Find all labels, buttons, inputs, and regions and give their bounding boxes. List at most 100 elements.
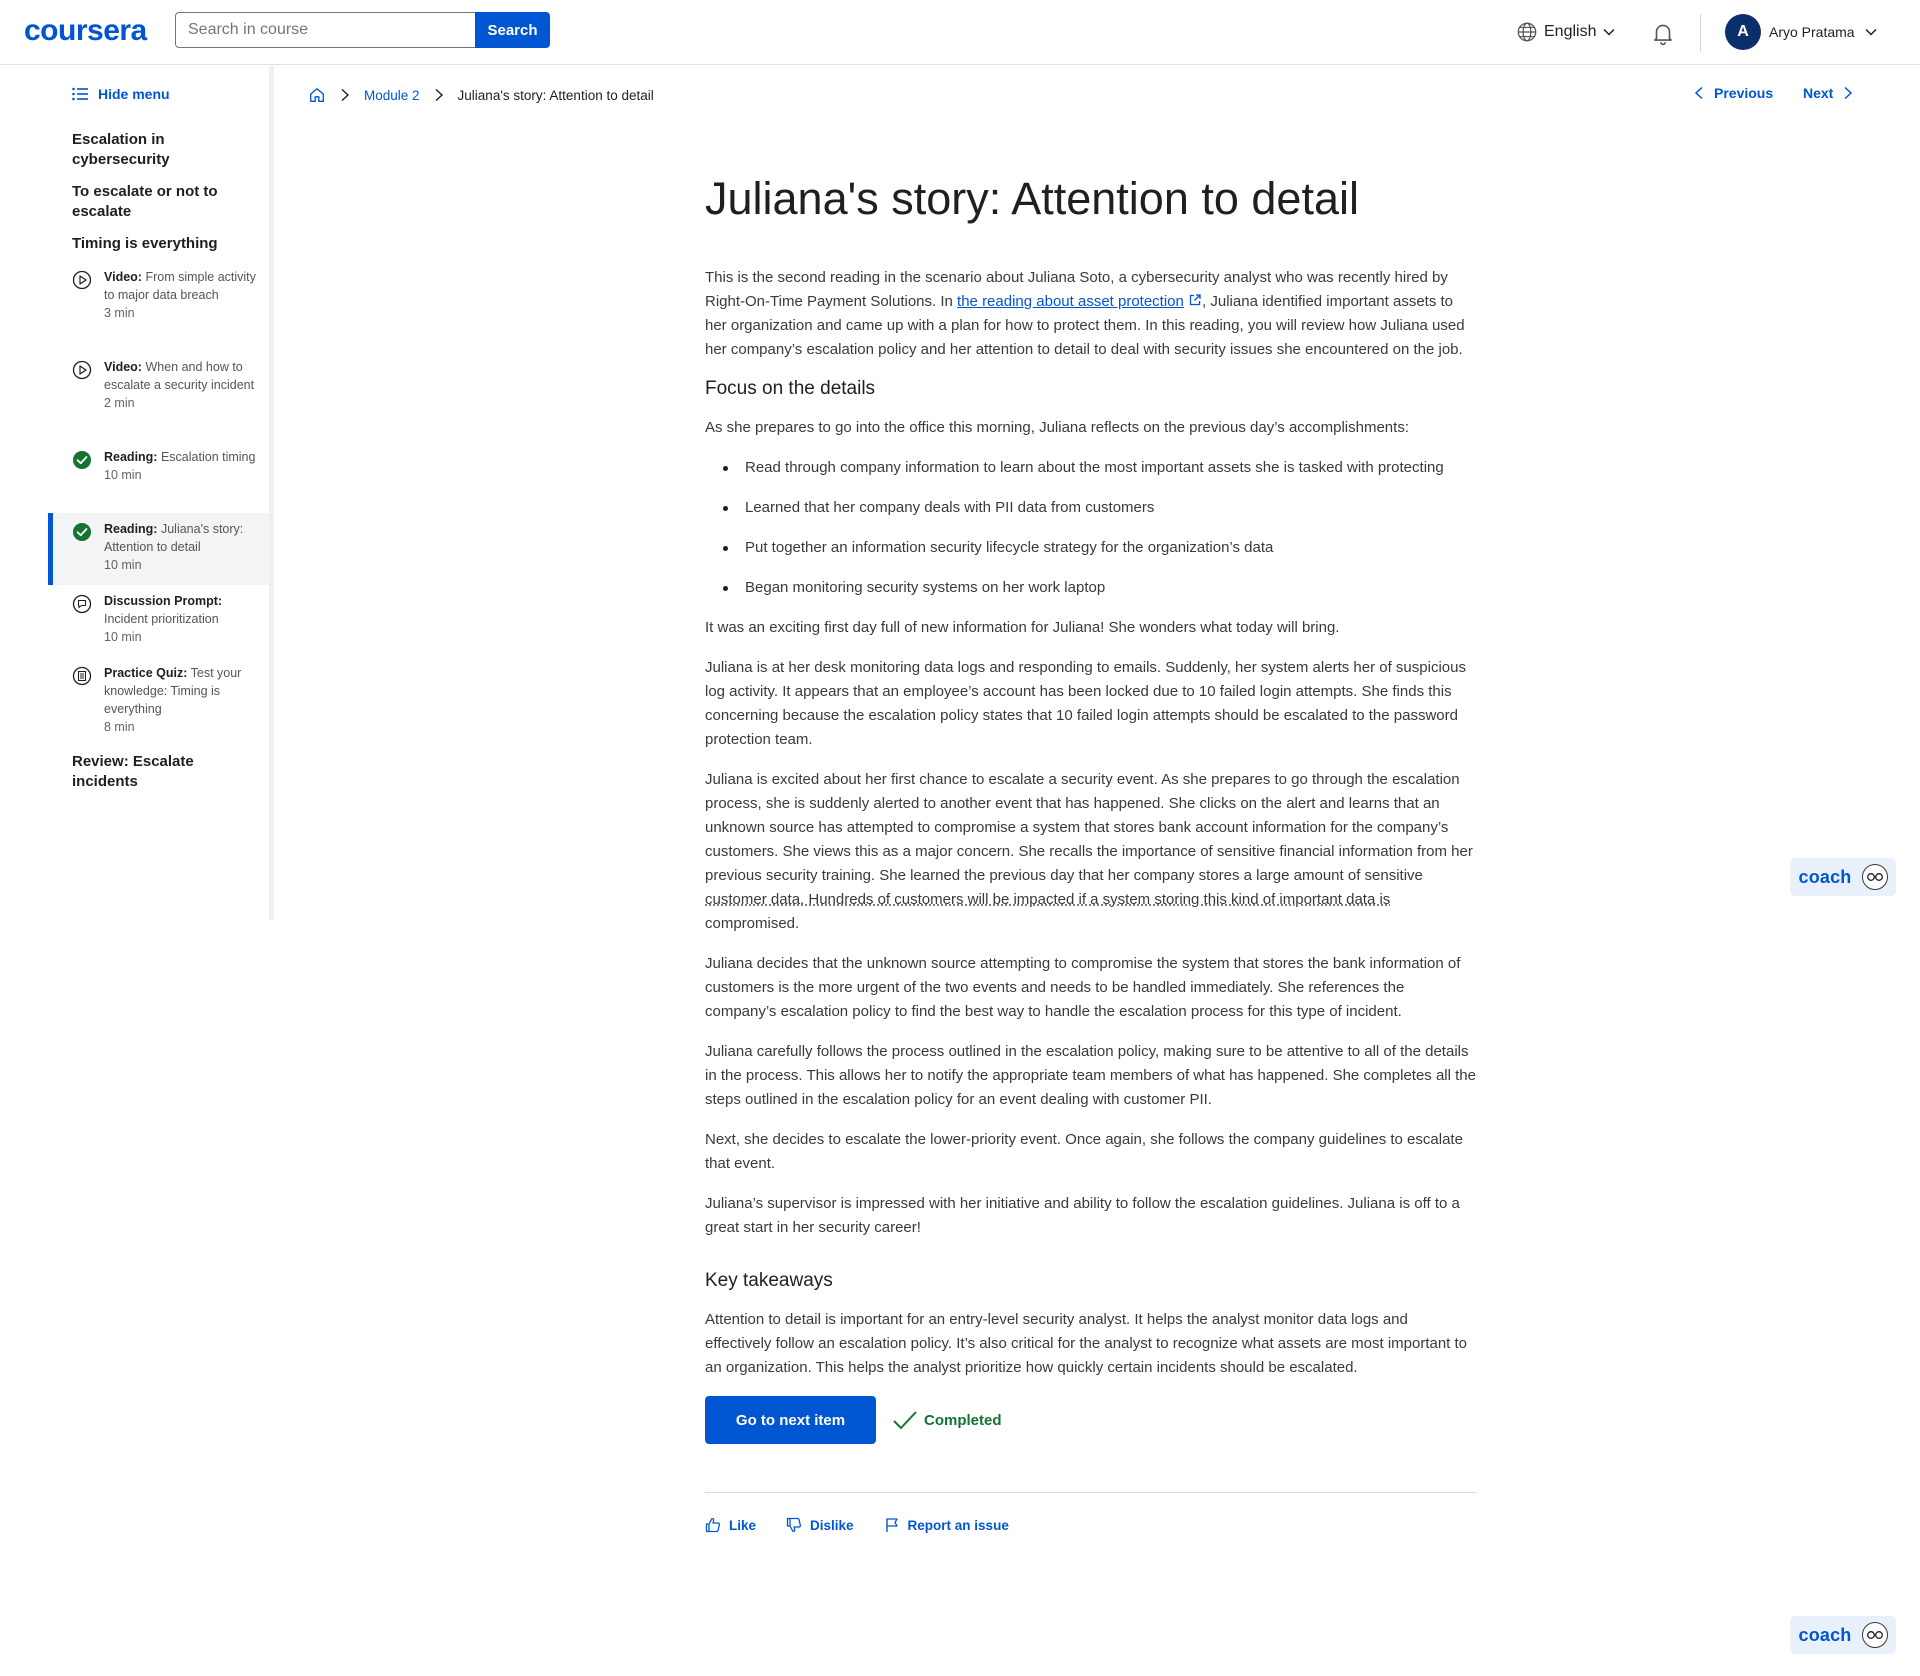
coursera-logo[interactable]: coursera	[24, 14, 147, 48]
next-label: Next	[1803, 85, 1834, 101]
play-circle-icon	[72, 270, 92, 290]
language-label: English	[1544, 23, 1597, 40]
asset-protection-link[interactable]: the reading about asset protection	[957, 293, 1184, 310]
thumbs-up-icon	[705, 1517, 721, 1533]
paragraph-text: Juliana is excited about her first chanc…	[705, 771, 1473, 884]
search-button[interactable]: Search	[475, 12, 550, 48]
check-circle-icon	[73, 451, 91, 469]
breadcrumb-current: Juliana's story: Attention to detail	[457, 87, 654, 103]
course-sidebar: Hide menu Escalation in cybersecurity To…	[48, 66, 274, 920]
item-duration: 10 min	[104, 630, 142, 644]
item-duration: 10 min	[104, 558, 142, 572]
hide-menu-button[interactable]: Hide menu	[72, 86, 170, 102]
item-type: Video:	[104, 270, 142, 284]
chat-bubble-icon	[72, 594, 92, 614]
item-type: Reading:	[104, 450, 158, 464]
chevron-right-icon	[435, 88, 443, 102]
list-item: Began monitoring security systems on her…	[705, 576, 1476, 600]
quiz-icon	[72, 666, 92, 686]
previous-button[interactable]: Previous	[1694, 85, 1773, 101]
sidebar-section-escalation[interactable]: Escalation in cybersecurity	[72, 130, 252, 170]
chevron-left-icon	[1694, 86, 1703, 100]
search-input[interactable]	[175, 12, 475, 48]
like-label: Like	[729, 1517, 757, 1533]
header-divider	[1700, 14, 1701, 52]
item-duration: 3 min	[104, 306, 135, 320]
sidebar-section-review[interactable]: Review: Escalate incidents	[72, 752, 252, 792]
chevron-down-icon	[1865, 28, 1877, 36]
section-heading-focus: Focus on the details	[705, 378, 876, 399]
report-issue-button[interactable]: Report an issue	[884, 1517, 1009, 1533]
sidebar-item-reading-juliana[interactable]: Reading: Juliana's story: Attention to d…	[48, 513, 269, 585]
page-title: Juliana's story: Attention to detail	[705, 173, 1359, 224]
dislike-button[interactable]: Dislike	[786, 1517, 854, 1533]
sidebar-section-to-escalate[interactable]: To escalate or not to escalate	[72, 182, 252, 222]
completion-actions: Go to next item Completed	[705, 1396, 1476, 1444]
sidebar-item-video-escalate[interactable]: Video: When and how to escalate a securi…	[48, 358, 269, 412]
list-icon	[72, 87, 88, 101]
go-to-next-item-button[interactable]: Go to next item	[705, 1396, 876, 1444]
paragraph: Juliana is excited about her first chanc…	[705, 768, 1476, 936]
item-duration: 10 min	[104, 468, 142, 482]
search-bar: Search	[175, 12, 550, 48]
thumbs-down-icon	[786, 1517, 802, 1533]
paragraph: Juliana’s supervisor is impressed with h…	[705, 1195, 1460, 1236]
check-circle-icon	[73, 523, 91, 541]
coach-button[interactable]: coach	[1790, 1616, 1896, 1654]
reading-content: Juliana's story: Attention to detail Thi…	[705, 170, 1476, 1533]
next-button[interactable]: Next	[1803, 85, 1853, 101]
item-type: Discussion Prompt:	[104, 594, 223, 608]
accomplishments-list: Read through company information to lear…	[705, 456, 1476, 600]
sidebar-item-discussion[interactable]: Discussion Prompt: Incident prioritizati…	[48, 592, 269, 646]
chevron-right-icon	[1844, 86, 1853, 100]
feedback-bar: Like Dislike Report an issue	[705, 1517, 1476, 1533]
notifications-button[interactable]	[1650, 20, 1676, 51]
globe-icon	[1517, 22, 1537, 42]
coach-glasses-icon	[1861, 864, 1888, 890]
highlighted-text: customer data. Hundreds of customers wil…	[705, 891, 1391, 908]
coach-glasses-icon	[1861, 1622, 1888, 1648]
avatar: A	[1725, 14, 1761, 50]
dislike-label: Dislike	[810, 1517, 854, 1533]
paragraph: Attention to detail is important for an …	[705, 1311, 1468, 1376]
completed-status: Completed	[892, 1409, 1002, 1431]
item-duration: 8 min	[104, 720, 135, 734]
chevron-right-icon	[341, 88, 350, 102]
item-type: Practice Quiz:	[104, 666, 188, 680]
checkmark-icon	[893, 1411, 917, 1430]
report-issue-label: Report an issue	[907, 1517, 1009, 1533]
coach-label: coach	[1798, 1624, 1852, 1645]
paragraph: Next, she decides to escalate the lower-…	[705, 1131, 1463, 1172]
paragraph: Juliana carefully follows the process ou…	[705, 1043, 1476, 1108]
external-link-icon	[1189, 294, 1201, 306]
list-item: Learned that her company deals with PII …	[705, 496, 1476, 520]
intro-paragraph: This is the second reading in the scenar…	[705, 266, 1476, 362]
sidebar-section-timing[interactable]: Timing is everything	[72, 234, 252, 254]
breadcrumb: Module 2 Juliana's story: Attention to d…	[308, 86, 654, 104]
hide-menu-label: Hide menu	[98, 86, 170, 102]
language-selector[interactable]: English	[1516, 21, 1616, 43]
paragraph: As she prepares to go into the office th…	[705, 419, 1409, 436]
home-icon[interactable]	[308, 86, 326, 104]
paragraph-text: compromised.	[705, 915, 800, 932]
paragraph: Juliana is at her desk monitoring data l…	[705, 659, 1466, 748]
bell-icon	[1654, 24, 1672, 46]
item-duration: 2 min	[104, 396, 135, 410]
list-item: Read through company information to lear…	[705, 456, 1476, 480]
item-type: Reading:	[104, 522, 158, 536]
list-item: Put together an information security lif…	[705, 536, 1476, 560]
play-circle-icon	[72, 360, 92, 380]
item-type: Video:	[104, 360, 142, 374]
user-menu[interactable]: A Aryo Pratama	[1725, 14, 1879, 50]
top-header: coursera Search English A Aryo Pratama	[0, 0, 1920, 65]
sidebar-item-video-breach[interactable]: Video: From simple activity to major dat…	[48, 268, 269, 322]
like-button[interactable]: Like	[705, 1517, 756, 1533]
user-name: Aryo Pratama	[1769, 24, 1855, 40]
breadcrumb-module[interactable]: Module 2	[364, 88, 420, 103]
paragraph: It was an exciting first day full of new…	[705, 619, 1340, 636]
coach-button[interactable]: coach	[1790, 858, 1896, 896]
sidebar-item-reading-escalation-timing[interactable]: Reading: Escalation timing 10 min	[48, 448, 269, 484]
chevron-down-icon	[1603, 28, 1616, 36]
sidebar-item-quiz[interactable]: Practice Quiz: Test your knowledge: Timi…	[48, 664, 269, 736]
paragraph: Juliana decides that the unknown source …	[705, 955, 1461, 1020]
